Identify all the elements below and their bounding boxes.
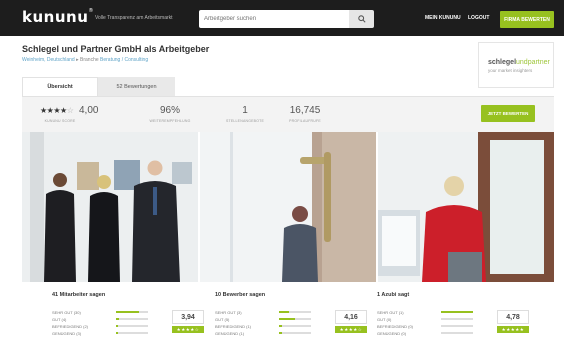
card-mitarbeiter: 41 Mitarbeiter sagen SEHR GUT (30) GUT (… <box>52 284 218 346</box>
rating-row-label: SEHR GUT (30) <box>52 310 81 315</box>
stats-bar: ★★★★☆ 4,00 KUNUNU SCORE 96% WEITEREMPFEH… <box>22 96 554 132</box>
branche-link[interactable]: Beratung / Consulting <box>100 57 148 63</box>
rating-row-label: GUT (0) <box>377 317 392 322</box>
kununu-score-value: 4,00 <box>79 105 99 116</box>
jobs-value: 1 <box>242 105 248 116</box>
branche-label: Branche <box>80 57 99 63</box>
card-title: 1 Azubi sagt <box>377 292 410 298</box>
rating-row-label: SEHR GUT (3) <box>215 310 242 315</box>
rating-row-label: BEFRIEDIGEND (1) <box>215 324 252 329</box>
rating-row-label: GENÜGEND (3) <box>52 331 82 336</box>
rating-row-label: BEFRIEDIGEND (0) <box>377 324 414 329</box>
rating-row-label: BEFRIEDIGEND (2) <box>52 324 89 329</box>
breadcrumb: Weinheim, Deutschland ▸ Branche Beratung… <box>22 57 148 63</box>
rating-bar <box>279 318 311 320</box>
jobs-label: STELLENANGEBOTE <box>225 119 264 123</box>
location-link[interactable]: Weinheim, Deutschland <box>22 57 75 63</box>
company-logo: schlegelundpartner your market insighter… <box>478 42 554 88</box>
rating-bar <box>116 311 148 313</box>
office-door-photo <box>200 132 376 282</box>
search-input[interactable] <box>199 10 349 28</box>
rating-bar <box>441 311 473 313</box>
card-azubi: 1 Azubi sagt SEHR GUT (1) GUT (0) BEFRIE… <box>377 284 543 346</box>
card-score: 3,94 <box>172 310 204 324</box>
card-stars: ★★★★★ <box>497 326 529 333</box>
card-title: 10 Bewerber sagen <box>215 292 266 298</box>
rating-bar <box>116 318 148 320</box>
rating-row-label: GENÜGEND (0) <box>377 331 407 336</box>
jetzt-bewerten-button[interactable]: JETZT BEWERTEN <box>481 105 535 122</box>
rating-bar <box>279 325 311 327</box>
rating-bar-fill <box>116 318 120 320</box>
rating-row-label: GUT (4) <box>52 317 67 322</box>
rating-bar <box>116 332 148 334</box>
views-label: PROFILAUFRUFE <box>289 119 321 123</box>
kununu-logo[interactable]: kununu® <box>22 8 94 26</box>
rating-bar-fill <box>441 311 473 313</box>
views-value: 16,745 <box>289 105 321 116</box>
recommend-value: 96% <box>159 105 180 116</box>
rating-bar <box>279 332 311 334</box>
card-score: 4,78 <box>497 310 529 324</box>
search-icon <box>357 15 366 23</box>
rating-bar <box>116 325 148 327</box>
rating-bar <box>441 325 473 327</box>
rating-row-label: GUT (5) <box>215 317 230 322</box>
card-title: 41 Mitarbeiter sagen <box>52 292 106 298</box>
rating-bar <box>441 332 473 334</box>
company-logo-sub: your market insighters <box>488 68 533 73</box>
recommend-label: WEITEREMPFEHLUNG <box>149 119 191 123</box>
page-title: Schlegel und Partner GmbH als Arbeitgebe… <box>22 44 210 54</box>
card-stars: ★★★★☆ <box>335 326 367 333</box>
rating-bar <box>279 311 311 313</box>
tab-uebersicht[interactable]: Übersicht <box>22 77 98 96</box>
rating-bar <box>441 318 473 320</box>
nav-logout[interactable]: LOGOUT <box>468 15 489 21</box>
search-button[interactable] <box>349 10 374 28</box>
rating-bar-fill <box>116 311 140 313</box>
card-score: 4,16 <box>335 310 367 324</box>
tab-bewertungen[interactable]: 52 Bewertungen <box>98 77 175 96</box>
rating-bar-fill <box>116 332 119 334</box>
photo-gallery <box>22 132 554 282</box>
employee-photo <box>378 132 554 282</box>
rating-bar-fill <box>279 318 295 320</box>
rating-bar-fill <box>279 325 283 327</box>
team-photo <box>22 132 198 282</box>
rating-bar-fill <box>116 325 118 327</box>
firma-bewerten-button[interactable]: FIRMA BEWERTEN <box>500 11 554 28</box>
company-logo-accent: undpartner <box>516 59 550 66</box>
rating-row-label: SEHR GUT (1) <box>377 310 404 315</box>
company-logo-main: schlegel <box>488 59 517 66</box>
top-navigation-bar: kununu® Volle Transparenz am Arbeitsmark… <box>0 0 564 36</box>
rating-row-label: GENÜGEND (1) <box>215 331 245 336</box>
rating-bar-fill <box>279 332 283 334</box>
rating-bar-fill <box>279 311 289 313</box>
card-bewerber: 10 Bewerber sagen SEHR GUT (3) GUT (5) B… <box>215 284 381 346</box>
nav-mein-kununu[interactable]: MEIN KUNUNU <box>425 15 461 21</box>
kununu-score-label: KUNUNU SCORE <box>44 119 76 123</box>
rating-stars: ★★★★☆ <box>40 106 74 115</box>
card-stars: ★★★★☆ <box>172 326 204 333</box>
tagline: Volle Transparenz am Arbeitsmarkt <box>95 15 173 21</box>
